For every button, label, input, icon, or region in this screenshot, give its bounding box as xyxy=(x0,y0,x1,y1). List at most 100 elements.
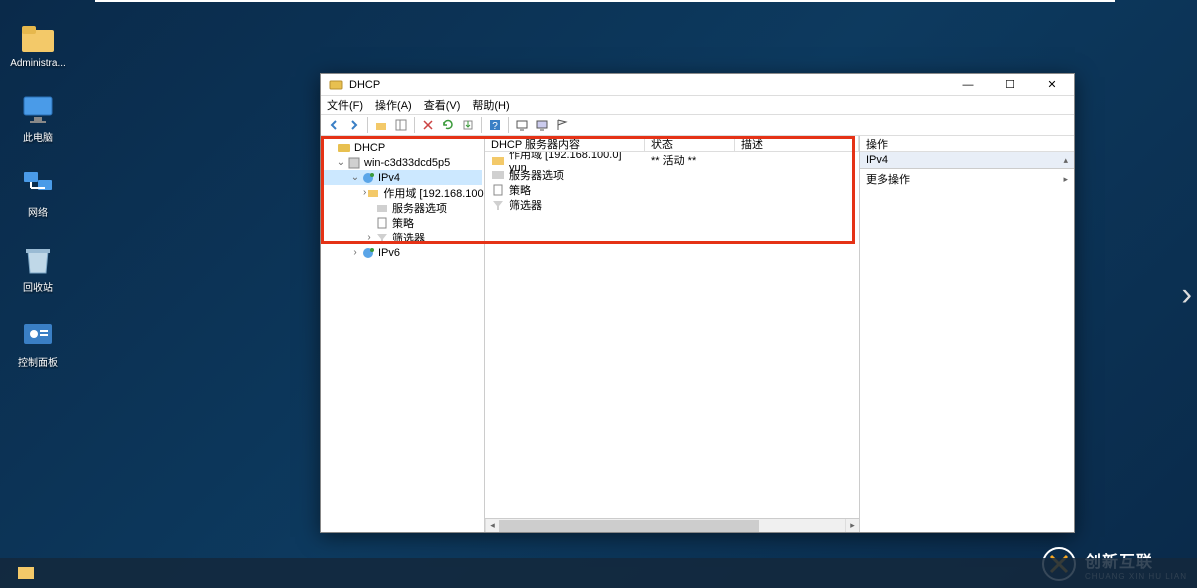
flag-icon xyxy=(555,118,569,132)
actions-section-ipv4[interactable]: IPv4 ▴ xyxy=(860,152,1074,169)
scroll-thumb[interactable] xyxy=(499,520,759,532)
content-area: DHCP ⌄ win-c3d33dcd5p5 ⌄ IPv4 › 作用域 [192… xyxy=(321,136,1074,532)
tree-policies[interactable]: 策略 xyxy=(323,215,482,230)
policy-icon xyxy=(491,184,505,196)
list-cell: ** 活动 ** xyxy=(651,152,696,168)
column-description[interactable]: 描述 xyxy=(735,136,859,151)
tree-scope[interactable]: › 作用域 [192.168.100.0] yun xyxy=(323,185,482,200)
tree-server-options[interactable]: 服务器选项 xyxy=(323,200,482,215)
tool-button-2[interactable] xyxy=(533,116,551,134)
list-row-server-options[interactable]: 服务器选项 xyxy=(485,167,859,182)
scope-icon xyxy=(366,186,380,200)
tree-ipv6[interactable]: › IPv6 xyxy=(323,245,482,260)
expander-icon[interactable]: › xyxy=(349,247,361,258)
list-row-policies[interactable]: 策略 xyxy=(485,182,859,197)
scope-icon xyxy=(491,154,505,166)
menubar: 文件(F) 操作(A) 查看(V) 帮助(H) xyxy=(321,96,1074,114)
tree-ipv4[interactable]: ⌄ IPv4 xyxy=(323,170,482,185)
tree-server[interactable]: ⌄ win-c3d33dcd5p5 xyxy=(323,155,482,170)
expander-icon[interactable]: › xyxy=(363,232,375,243)
collapse-icon[interactable]: ▴ xyxy=(1063,155,1068,166)
scroll-left-arrow[interactable]: ◂ xyxy=(485,519,499,532)
titlebar[interactable]: DHCP — ☐ ✕ xyxy=(321,74,1074,96)
toolbar: ? xyxy=(321,114,1074,136)
refresh-icon xyxy=(441,118,455,132)
close-button[interactable]: ✕ xyxy=(1038,76,1066,94)
up-button[interactable] xyxy=(372,116,390,134)
window-controls: — ☐ ✕ xyxy=(954,76,1066,94)
taskbar[interactable] xyxy=(0,558,1197,588)
panel-icon xyxy=(394,118,408,132)
minimize-button[interactable]: — xyxy=(954,76,982,94)
chevron-right-icon: ▸ xyxy=(1063,174,1068,185)
tree-pane[interactable]: DHCP ⌄ win-c3d33dcd5p5 ⌄ IPv4 › 作用域 [192… xyxy=(321,136,485,532)
scroll-track[interactable] xyxy=(499,519,845,532)
desktop-icon-recycle-bin[interactable]: 回收站 xyxy=(8,241,68,294)
back-button[interactable] xyxy=(325,116,343,134)
gallery-next-arrow[interactable]: › xyxy=(1181,276,1192,313)
tree-label: win-c3d33dcd5p5 xyxy=(364,157,450,169)
tree-label: 筛选器 xyxy=(392,230,425,246)
desktop-icons: Administra... 此电脑 网络 回收站 控制面板 xyxy=(8,20,68,369)
scroll-right-arrow[interactable]: ▸ xyxy=(845,519,859,532)
list-cell: 服务器选项 xyxy=(509,167,564,183)
tool-button-3[interactable] xyxy=(553,116,571,134)
list-row-filters[interactable]: 筛选器 xyxy=(485,197,859,212)
tree-label: IPv6 xyxy=(378,247,400,259)
delete-button[interactable] xyxy=(419,116,437,134)
export-button[interactable] xyxy=(459,116,477,134)
menu-help[interactable]: 帮助(H) xyxy=(472,97,509,113)
refresh-button[interactable] xyxy=(439,116,457,134)
filter-icon xyxy=(375,231,389,245)
ipv4-icon xyxy=(361,171,375,185)
control-panel-icon xyxy=(20,316,56,352)
list-pane: DHCP 服务器内容 状态 描述 作用域 [192.168.100.0] yun… xyxy=(485,136,859,532)
tool-button-1[interactable] xyxy=(513,116,531,134)
column-status[interactable]: 状态 xyxy=(645,136,735,151)
tree-filters[interactable]: › 筛选器 xyxy=(323,230,482,245)
menu-action[interactable]: 操作(A) xyxy=(375,97,412,113)
taskbar-item[interactable] xyxy=(8,560,44,586)
list-header: DHCP 服务器内容 状态 描述 xyxy=(485,136,859,152)
help-button[interactable]: ? xyxy=(486,116,504,134)
horizontal-scrollbar[interactable]: ◂ ▸ xyxy=(485,518,859,532)
column-content[interactable]: DHCP 服务器内容 xyxy=(485,136,645,151)
recycle-bin-icon xyxy=(20,241,56,277)
desktop-icon-label: 网络 xyxy=(28,204,48,219)
dhcp-icon xyxy=(329,78,343,92)
desktop-icon-this-pc[interactable]: 此电脑 xyxy=(8,91,68,144)
menu-file[interactable]: 文件(F) xyxy=(327,97,363,113)
list-body[interactable]: 作用域 [192.168.100.0] yun ** 活动 ** 服务器选项 策… xyxy=(485,152,859,518)
dhcp-window: DHCP — ☐ ✕ 文件(F) 操作(A) 查看(V) 帮助(H) ? xyxy=(320,73,1075,533)
list-row-scope[interactable]: 作用域 [192.168.100.0] yun ** 活动 ** xyxy=(485,152,859,167)
delete-icon xyxy=(421,118,435,132)
taskbar-icon xyxy=(16,563,36,583)
desktop-icon-label: 回收站 xyxy=(23,279,53,294)
server-icon xyxy=(347,156,361,170)
desktop-icon-network[interactable]: 网络 xyxy=(8,166,68,219)
desktop-icon-control-panel[interactable]: 控制面板 xyxy=(8,316,68,369)
desktop-icon-administrator[interactable]: Administra... xyxy=(8,20,68,69)
desktop-icon-label: 此电脑 xyxy=(23,129,53,144)
ipv6-icon xyxy=(361,246,375,260)
toolbar-separator xyxy=(367,117,368,133)
actions-more[interactable]: 更多操作 ▸ xyxy=(860,169,1074,189)
policy-icon xyxy=(375,216,389,230)
expander-icon[interactable]: ⌄ xyxy=(349,172,361,183)
show-hide-button[interactable] xyxy=(392,116,410,134)
help-icon: ? xyxy=(488,118,502,132)
expander-icon[interactable]: ⌄ xyxy=(335,157,347,168)
list-cell: 筛选器 xyxy=(509,197,542,213)
toolbar-separator xyxy=(414,117,415,133)
menu-view[interactable]: 查看(V) xyxy=(424,97,461,113)
top-bar-artifact xyxy=(95,0,1115,2)
monitor-icon xyxy=(515,118,529,132)
tree-root-dhcp[interactable]: DHCP xyxy=(323,140,482,155)
window-title: DHCP xyxy=(349,79,954,91)
tree-label: DHCP xyxy=(354,142,385,154)
desktop-icon-label: Administra... xyxy=(10,58,66,69)
svg-text:?: ? xyxy=(492,121,498,132)
pc-icon xyxy=(20,91,56,127)
forward-button[interactable] xyxy=(345,116,363,134)
maximize-button[interactable]: ☐ xyxy=(996,76,1024,94)
